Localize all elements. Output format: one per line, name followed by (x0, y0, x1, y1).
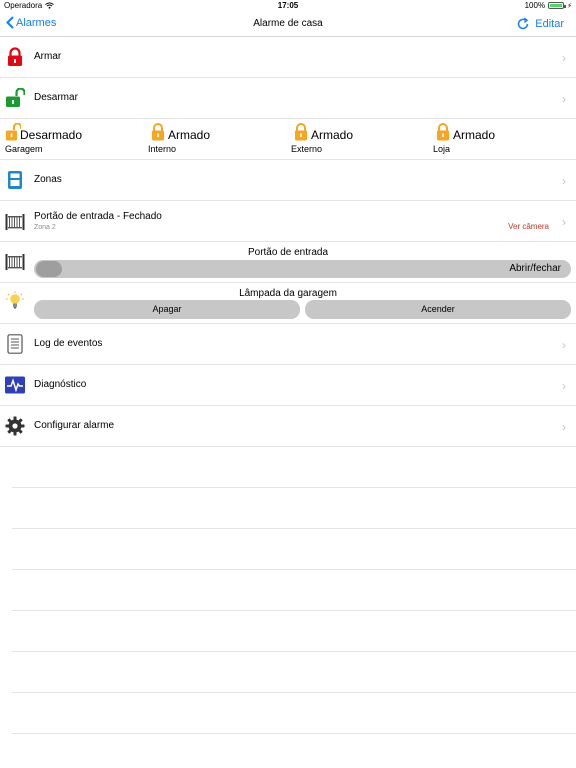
gate-row-zone: Zona 2 (34, 224, 56, 231)
view-camera-link[interactable]: Ver câmera (508, 222, 549, 231)
zones-row[interactable]: Zonas › (0, 160, 576, 201)
partition-name: Garagem (5, 144, 43, 154)
partition-interno[interactable]: Armado Interno (143, 119, 283, 160)
events-log-label: Log de eventos (34, 338, 103, 349)
gate-toggle-slider[interactable]: Abrir/fechar (34, 260, 571, 278)
page-title: Alarme de casa (253, 18, 323, 29)
partition-state: Armado (311, 128, 354, 142)
lock-open-icon (6, 88, 25, 107)
partition-name: Externo (291, 144, 323, 154)
battery-percent: 100% (524, 1, 546, 10)
lock-closed-icon (295, 123, 307, 141)
lamp-control-row: Lâmpada da garagem Apagar Acender (0, 283, 576, 324)
lamp-on-button[interactable]: Acender (305, 300, 571, 319)
chevron-right-icon: › (562, 215, 566, 229)
edit-button[interactable]: Editar (535, 18, 564, 30)
zones-icon (8, 171, 22, 189)
partition-externo[interactable]: Armado Externo (286, 119, 426, 160)
partition-garagem[interactable]: Desarmado Garagem (0, 119, 140, 160)
chevron-right-icon: › (562, 379, 566, 393)
chevron-right-icon: › (562, 420, 566, 434)
empty-row-separator (12, 610, 576, 611)
lamp-off-button[interactable]: Apagar (34, 300, 300, 319)
empty-row-separator (12, 487, 576, 488)
lock-closed-icon (437, 123, 449, 141)
partition-name: Loja (433, 144, 451, 154)
partitions-row: Desarmado Garagem Armado Interno Armado … (0, 119, 576, 160)
partition-state: Armado (168, 128, 211, 142)
partition-state: Desarmado (20, 128, 83, 142)
arm-label: Armar (34, 51, 62, 62)
battery-info: 100% ⚡ (525, 1, 572, 10)
gate-row[interactable]: Portão de entrada - Fechado Zona 2 Ver c… (0, 201, 576, 242)
pulse-icon (5, 376, 25, 394)
empty-row-separator (12, 651, 576, 652)
diagnostics-row[interactable]: Diagnóstico › (0, 365, 576, 406)
partition-name: Interno (148, 144, 177, 154)
slider-knob[interactable] (36, 261, 62, 277)
navigation-bar: Alarmes Alarme de casa Editar (0, 12, 576, 37)
gate-control-title: Portão de entrada (247, 247, 329, 258)
gate-control-row: Portão de entrada Abrir/fechar (0, 242, 576, 283)
battery-icon (548, 2, 567, 9)
chevron-right-icon: › (562, 338, 566, 352)
disarm-row[interactable]: Desarmar › (0, 78, 576, 119)
events-log-row[interactable]: Log de eventos › (0, 324, 576, 365)
gate-row-title: Portão de entrada - Fechado (34, 211, 162, 222)
disarm-label: Desarmar (34, 92, 78, 103)
empty-row-separator (12, 569, 576, 570)
refresh-icon[interactable] (516, 17, 530, 31)
configure-alarm-label: Configurar alarme (34, 420, 115, 431)
empty-row-separator (12, 733, 576, 734)
configure-alarm-row[interactable]: Configurar alarme › (0, 406, 576, 447)
charging-icon: ⚡ (567, 2, 572, 10)
document-icon (7, 334, 23, 354)
gear-icon (5, 416, 25, 436)
gate-action-label: Abrir/fechar (509, 263, 561, 274)
zones-label: Zonas (34, 174, 62, 185)
chevron-right-icon: › (562, 51, 566, 65)
empty-row-separator (12, 692, 576, 693)
status-time: 17:05 (277, 1, 299, 10)
status-bar: Operadora 17:05 100% ⚡ (0, 0, 576, 12)
chevron-right-icon: › (562, 174, 566, 188)
lamp-control-title: Lâmpada da garagem (239, 288, 337, 299)
lock-open-icon (6, 123, 21, 141)
empty-row-separator (12, 528, 576, 529)
diagnostics-label: Diagnóstico (34, 379, 87, 390)
lock-closed-icon (8, 47, 22, 66)
arm-row[interactable]: Armar › (0, 37, 576, 78)
lock-closed-icon (152, 123, 164, 141)
gate-icon (5, 214, 25, 230)
chevron-right-icon: › (562, 92, 566, 106)
partition-state: Armado (453, 128, 496, 142)
partition-loja[interactable]: Armado Loja (428, 119, 568, 160)
